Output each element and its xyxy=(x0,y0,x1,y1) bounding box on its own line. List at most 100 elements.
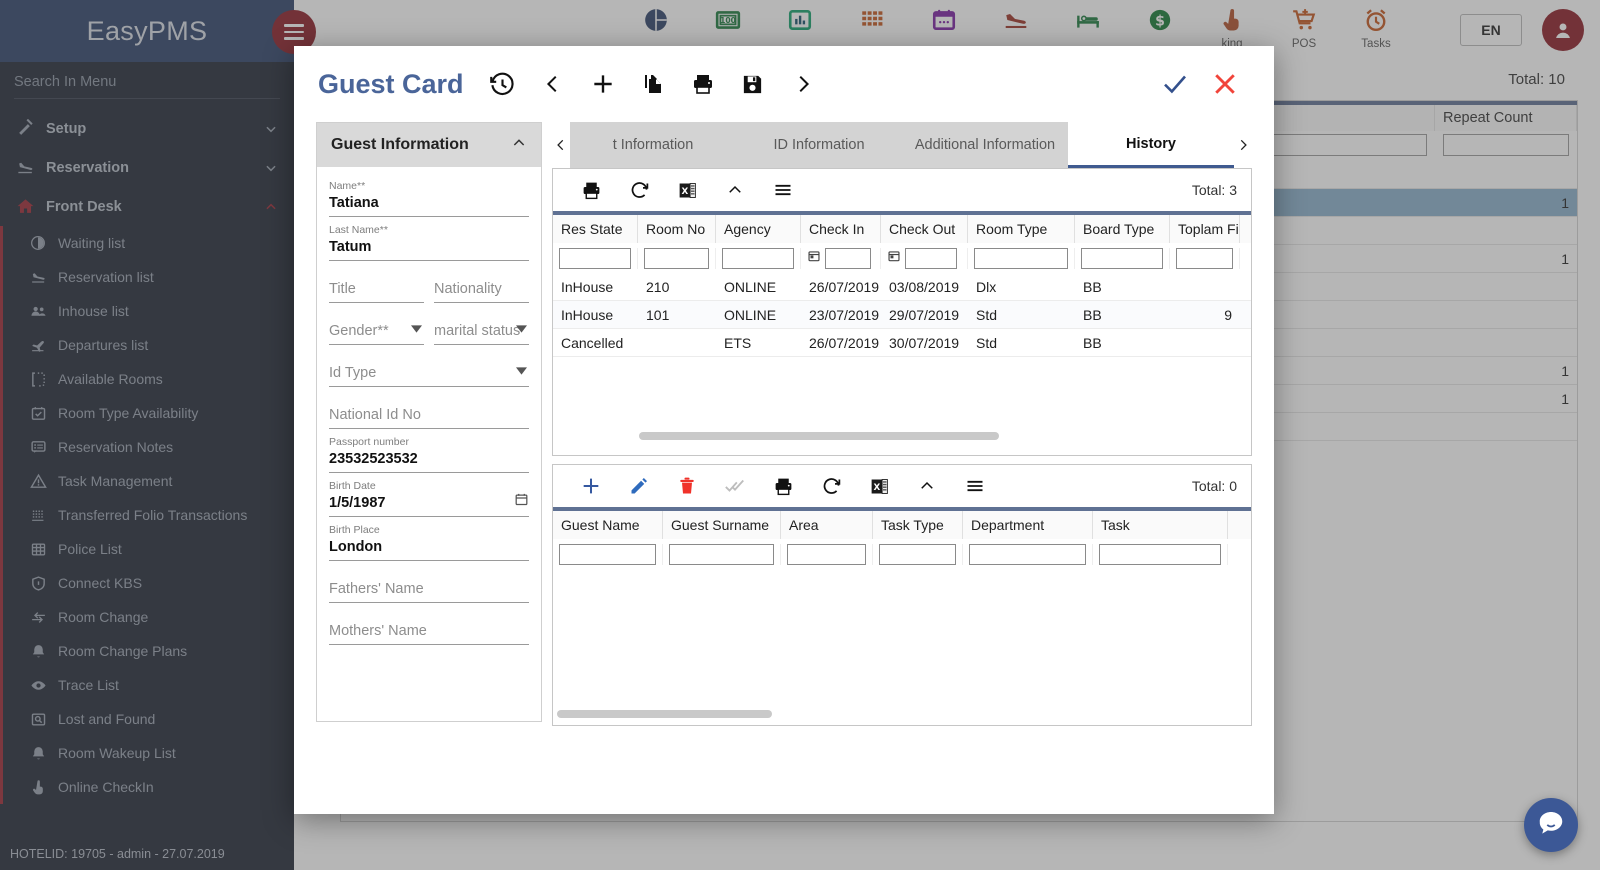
history-menu-button[interactable] xyxy=(759,170,807,210)
screen-root: 100 xyxy=(0,0,1600,870)
guest-detail-panel: t Information ID Information Additional … xyxy=(552,122,1252,726)
filter-room-type[interactable] xyxy=(974,248,1068,269)
field-placeholder: Gender** xyxy=(329,309,424,341)
column-task[interactable]: Task xyxy=(1093,511,1228,539)
task-print-button[interactable] xyxy=(759,466,807,506)
field-placeholder: National Id No xyxy=(329,393,529,425)
close-button[interactable] xyxy=(1200,62,1250,106)
tabs-scroll-left-button[interactable] xyxy=(552,122,570,168)
dialog-body: Guest Information Name** Tatiana Last Na… xyxy=(294,122,1274,726)
column-agency[interactable]: Agency xyxy=(716,215,801,243)
print-button[interactable] xyxy=(678,62,728,106)
filter-task[interactable] xyxy=(1099,544,1221,565)
calendar-picker-icon[interactable] xyxy=(514,492,529,512)
guest-information-header[interactable]: Guest Information xyxy=(317,123,541,167)
new-record-button[interactable] xyxy=(578,62,628,106)
table-row[interactable]: Cancelled ETS 26/07/2019 30/07/2019 Std … xyxy=(553,329,1251,357)
task-grid-filter-row xyxy=(553,539,1251,569)
column-toplam-fi[interactable]: Toplam Fi xyxy=(1170,215,1240,243)
column-res-state[interactable]: Res State xyxy=(553,215,638,243)
next-record-button[interactable] xyxy=(778,62,828,106)
filter-guest-name[interactable] xyxy=(559,544,656,565)
history-grid-toolbar: X Total: 3 xyxy=(553,169,1251,211)
tab-history[interactable]: History xyxy=(1068,122,1234,168)
filter-department[interactable] xyxy=(969,544,1086,565)
chevron-up-icon[interactable] xyxy=(511,135,527,156)
history-print-button[interactable] xyxy=(567,170,615,210)
task-edit-button[interactable] xyxy=(615,466,663,506)
filter-agency[interactable] xyxy=(722,248,794,269)
task-delete-button[interactable] xyxy=(663,466,711,506)
calendar-picker-icon[interactable] xyxy=(887,249,901,268)
task-grid: X Total: 0 Guest Name Guest Surname xyxy=(552,464,1252,726)
task-export-excel-button[interactable]: X xyxy=(855,466,903,506)
guest-information-panel: Guest Information Name** Tatiana Last Na… xyxy=(316,122,542,722)
fathers-name-field[interactable]: Fathers' Name xyxy=(329,561,529,603)
task-grid-horizontal-scrollbar[interactable] xyxy=(553,709,1251,719)
task-refresh-button[interactable] xyxy=(807,466,855,506)
calendar-picker-icon[interactable] xyxy=(807,249,821,268)
filter-res-state[interactable] xyxy=(559,248,631,269)
history-grid-horizontal-scrollbar[interactable] xyxy=(553,431,1251,441)
task-menu-button[interactable] xyxy=(951,466,999,506)
cell-room-type: Dlx xyxy=(968,273,1075,300)
history-refresh-button[interactable] xyxy=(615,170,663,210)
scrollbar-thumb[interactable] xyxy=(639,432,999,440)
nationality-field[interactable]: Nationality xyxy=(434,261,529,303)
id-type-select[interactable]: Id Type xyxy=(329,345,529,387)
cell-check-out: 03/08/2019 xyxy=(881,273,968,300)
history-export-excel-button[interactable]: X xyxy=(663,170,711,210)
table-row[interactable]: InHouse 101 ONLINE 23/07/2019 29/07/2019… xyxy=(553,301,1251,329)
copy-record-button[interactable] xyxy=(628,62,678,106)
column-check-in[interactable]: Check In xyxy=(801,215,881,243)
filter-toplam-fi[interactable] xyxy=(1176,248,1233,269)
cell-toplam-fi xyxy=(1170,273,1240,300)
filter-board-type[interactable] xyxy=(1081,248,1163,269)
task-add-button[interactable] xyxy=(567,466,615,506)
history-collapse-button[interactable] xyxy=(711,170,759,210)
birth-place-field[interactable]: Birth Place London xyxy=(329,517,529,561)
marital-status-select[interactable]: marital status xyxy=(434,303,529,345)
gender-select[interactable]: Gender** xyxy=(329,303,424,345)
column-department[interactable]: Department xyxy=(963,511,1093,539)
column-board-type[interactable]: Board Type xyxy=(1075,215,1170,243)
previous-record-button[interactable] xyxy=(528,62,578,106)
column-check-out[interactable]: Check Out xyxy=(881,215,968,243)
filter-area[interactable] xyxy=(787,544,866,565)
mothers-name-field[interactable]: Mothers' Name xyxy=(329,603,529,645)
filter-check-out[interactable] xyxy=(905,248,957,269)
name-field[interactable]: Name** Tatiana xyxy=(329,173,529,217)
history-button[interactable] xyxy=(478,62,528,106)
filter-room-no[interactable] xyxy=(644,248,709,269)
filter-guest-surname[interactable] xyxy=(669,544,774,565)
filter-task-type[interactable] xyxy=(879,544,956,565)
tab-contact-information[interactable]: t Information xyxy=(570,122,736,168)
column-room-type[interactable]: Room Type xyxy=(968,215,1075,243)
column-guest-surname[interactable]: Guest Surname xyxy=(663,511,781,539)
column-room-no[interactable]: Room No xyxy=(638,215,716,243)
scrollbar-thumb[interactable] xyxy=(557,710,772,718)
cell-res-state: InHouse xyxy=(553,273,638,300)
chat-widget-button[interactable] xyxy=(1524,798,1578,852)
birth-date-field[interactable]: Birth Date 1/5/1987 xyxy=(329,473,529,517)
field-placeholder: Title xyxy=(329,267,424,299)
chevron-down-icon xyxy=(411,320,422,338)
confirm-button[interactable] xyxy=(1150,62,1200,106)
last-name-field[interactable]: Last Name** Tatum xyxy=(329,217,529,261)
save-button[interactable] xyxy=(728,62,778,106)
tab-id-information[interactable]: ID Information xyxy=(736,122,902,168)
passport-number-field[interactable]: Passport number 23532523532 xyxy=(329,429,529,473)
column-guest-name[interactable]: Guest Name xyxy=(553,511,663,539)
cell-res-state: Cancelled xyxy=(553,329,638,356)
national-id-field[interactable]: National Id No xyxy=(329,387,529,429)
task-complete-button[interactable] xyxy=(711,466,759,506)
column-area[interactable]: Area xyxy=(781,511,873,539)
table-row[interactable]: InHouse 210 ONLINE 26/07/2019 03/08/2019… xyxy=(553,273,1251,301)
tabs-scroll-right-button[interactable] xyxy=(1234,122,1252,168)
column-task-type[interactable]: Task Type xyxy=(873,511,963,539)
title-field[interactable]: Title xyxy=(329,261,424,303)
filter-check-in[interactable] xyxy=(825,248,871,269)
history-grid-header: Res State Room No Agency Check In Check … xyxy=(553,211,1251,243)
task-collapse-button[interactable] xyxy=(903,466,951,506)
tab-additional-information[interactable]: Additional Information xyxy=(902,122,1068,168)
